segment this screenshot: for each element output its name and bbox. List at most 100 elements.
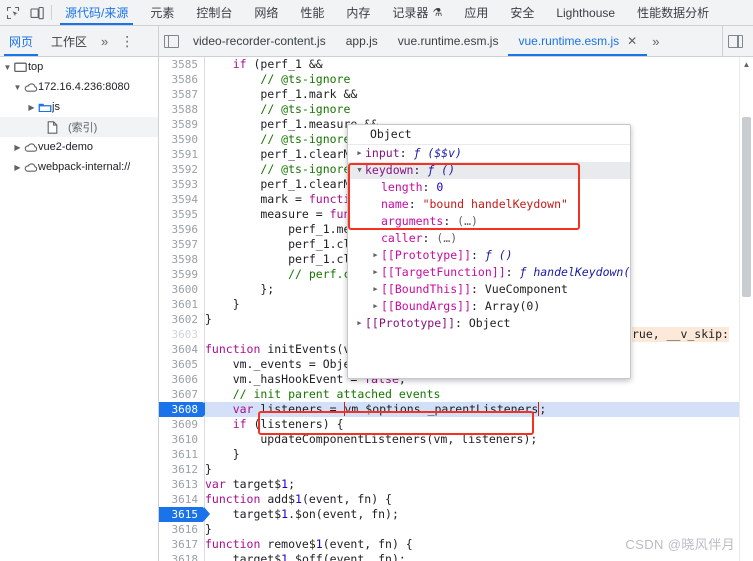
line-number[interactable]: 3601	[159, 297, 204, 312]
tree-node-vue2-demo[interactable]: ▶ vue2-demo	[0, 137, 158, 157]
twisty-icon[interactable]: ▶	[12, 163, 23, 172]
line-number[interactable]: 3603	[159, 327, 204, 342]
line-number[interactable]: 3595	[159, 207, 204, 222]
code-line[interactable]: var target$1;	[205, 477, 753, 492]
toggle-navigator-panel-icon[interactable]	[159, 26, 183, 56]
popover-property-row[interactable]: ▶ [[Prototype]]: ƒ ()	[348, 247, 630, 264]
line-number[interactable]: 3613	[159, 477, 204, 492]
tab-memory[interactable]: 内存	[335, 0, 381, 25]
line-number[interactable]: 3611	[159, 447, 204, 462]
line-number[interactable]: 3602	[159, 312, 204, 327]
scroll-up-arrow-icon[interactable]: ▲	[740, 57, 753, 71]
line-number[interactable]: 3609	[159, 417, 204, 432]
line-number[interactable]: 3587	[159, 87, 204, 102]
code-line[interactable]: target$1.$on(event, fn);	[205, 507, 753, 522]
nav-tab-workspace[interactable]: 工作区	[42, 26, 96, 56]
file-tab-vue-runtime-esm-active[interactable]: vue.runtime.esm.js ✕	[508, 26, 648, 56]
chevron-right-icon[interactable]: ▶	[370, 281, 381, 298]
code-line[interactable]: // @ts-ignore	[205, 102, 753, 117]
editor-vertical-scrollbar[interactable]: ▲	[739, 57, 753, 561]
code-line[interactable]: if (perf_1 &&	[205, 57, 753, 72]
code-line[interactable]: target$1.$off(event, fn);	[205, 552, 753, 561]
tree-node-js-folder[interactable]: ▶ js	[0, 97, 158, 117]
chevron-right-icon[interactable]: ▶	[370, 298, 381, 315]
file-tab-app-js[interactable]: app.js	[336, 26, 388, 56]
file-tabs-overflow-chevron-icon[interactable]: »	[647, 26, 664, 56]
tree-node-origin[interactable]: ▼ 172.16.4.236:8080	[0, 77, 158, 97]
popover-property-row[interactable]: name: "bound handelKeydown"	[348, 196, 630, 213]
nav-tab-page[interactable]: 网页	[0, 26, 42, 56]
tab-console[interactable]: 控制台	[185, 0, 243, 25]
twisty-icon[interactable]: ▶	[26, 103, 37, 112]
chevron-right-icon[interactable]: ▶	[370, 247, 381, 264]
tree-node-index-file[interactable]: (索引)	[0, 117, 158, 137]
line-number[interactable]: 3598	[159, 252, 204, 267]
inspect-element-icon[interactable]	[5, 5, 21, 21]
line-number[interactable]: 3607	[159, 387, 204, 402]
popover-property-row[interactable]: length: 0	[348, 179, 630, 196]
line-number[interactable]: 3586	[159, 72, 204, 87]
toggle-debugger-panel-icon[interactable]	[723, 34, 747, 48]
close-icon[interactable]: ✕	[627, 34, 637, 48]
twisty-icon[interactable]: ▼	[12, 83, 23, 92]
popover-property-row[interactable]: ▼ keydown: ƒ ()	[348, 162, 630, 179]
popover-property-row[interactable]: ▶ [[TargetFunction]]: ƒ handelKeydown()	[348, 264, 630, 281]
chevron-down-icon[interactable]: ▼	[354, 162, 365, 179]
popover-property-row[interactable]: ▶ [[BoundThis]]: VueComponent	[348, 281, 630, 298]
code-line[interactable]: }	[205, 462, 753, 477]
popover-property-row[interactable]: ▶ input: ƒ ($$v)	[348, 145, 630, 162]
popover-property-row[interactable]: ▶ [[Prototype]]: Object	[348, 315, 630, 332]
code-line[interactable]: if (listeners) {	[205, 417, 753, 432]
nav-more-tabs-chevron-icon[interactable]: »	[96, 26, 113, 56]
chevron-right-icon[interactable]: ▶	[354, 145, 365, 162]
file-tab-vue-runtime-esm-1[interactable]: vue.runtime.esm.js	[388, 26, 509, 56]
line-number[interactable]: 3589	[159, 117, 204, 132]
tab-network[interactable]: 网络	[243, 0, 289, 25]
line-number[interactable]: 3610	[159, 432, 204, 447]
popover-property-row[interactable]: arguments: (…)	[348, 213, 630, 230]
code-line[interactable]: // init parent attached events	[205, 387, 753, 402]
code-line[interactable]: function add$1(event, fn) {	[205, 492, 753, 507]
tab-sources[interactable]: 源代码/来源	[54, 0, 139, 25]
tab-application[interactable]: 应用	[453, 0, 499, 25]
device-toolbar-icon[interactable]	[29, 5, 45, 21]
line-number[interactable]: 3599	[159, 267, 204, 282]
tab-performance-insights[interactable]: 性能数据分析	[626, 0, 720, 25]
line-number[interactable]: 3588	[159, 102, 204, 117]
line-number-gutter[interactable]: 3585 3586 3587 3588 3589 3590 3591 3592 3593 3594…	[159, 57, 210, 561]
line-number[interactable]: 3608	[159, 402, 210, 417]
code-line[interactable]: // @ts-ignore	[205, 72, 753, 87]
popover-property-row[interactable]: ▶ [[BoundArgs]]: Array(0)	[348, 298, 630, 315]
chevron-right-icon[interactable]: ▶	[354, 315, 365, 332]
tab-elements[interactable]: 元素	[139, 0, 185, 25]
line-number[interactable]: 3612	[159, 462, 204, 477]
file-tab-video-recorder-content[interactable]: video-recorder-content.js	[183, 26, 336, 56]
nav-more-options-kebab-icon[interactable]: ⋮	[113, 26, 141, 56]
line-number[interactable]: 3585	[159, 57, 204, 72]
line-number[interactable]: 3606	[159, 372, 204, 387]
tab-recorder[interactable]: 记录器 ⚗	[381, 0, 453, 25]
object-preview-popover[interactable]: Object ▶ input: ƒ ($$v) ▼ keydown: ƒ () leng…	[347, 124, 631, 379]
line-number[interactable]: 3591	[159, 147, 204, 162]
tree-node-top[interactable]: ▼ top	[0, 57, 158, 77]
line-number[interactable]: 3604	[159, 342, 204, 357]
code-line[interactable]: }	[205, 447, 753, 462]
popover-property-row[interactable]: caller: (…)	[348, 230, 630, 247]
chevron-right-icon[interactable]: ▶	[370, 264, 381, 281]
line-number[interactable]: 3614	[159, 492, 204, 507]
code-line[interactable]: perf_1.mark &&	[205, 87, 753, 102]
scrollbar-thumb[interactable]	[742, 117, 751, 297]
tab-performance[interactable]: 性能	[289, 0, 335, 25]
line-number[interactable]: 3600	[159, 282, 204, 297]
line-number[interactable]: 3590	[159, 132, 204, 147]
line-number[interactable]: 3615	[159, 507, 210, 522]
tree-node-webpack-internal[interactable]: ▶ webpack-internal://	[0, 157, 158, 177]
line-number[interactable]: 3597	[159, 237, 204, 252]
code-line[interactable]: var listeners = vm.$options._parentListe…	[205, 402, 753, 417]
code-line[interactable]: updateComponentListeners(vm, listeners);	[205, 432, 753, 447]
line-number[interactable]: 3593	[159, 177, 204, 192]
line-number[interactable]: 3596	[159, 222, 204, 237]
line-number[interactable]: 3617	[159, 537, 204, 552]
line-number[interactable]: 3594	[159, 192, 204, 207]
line-number[interactable]: 3592	[159, 162, 204, 177]
